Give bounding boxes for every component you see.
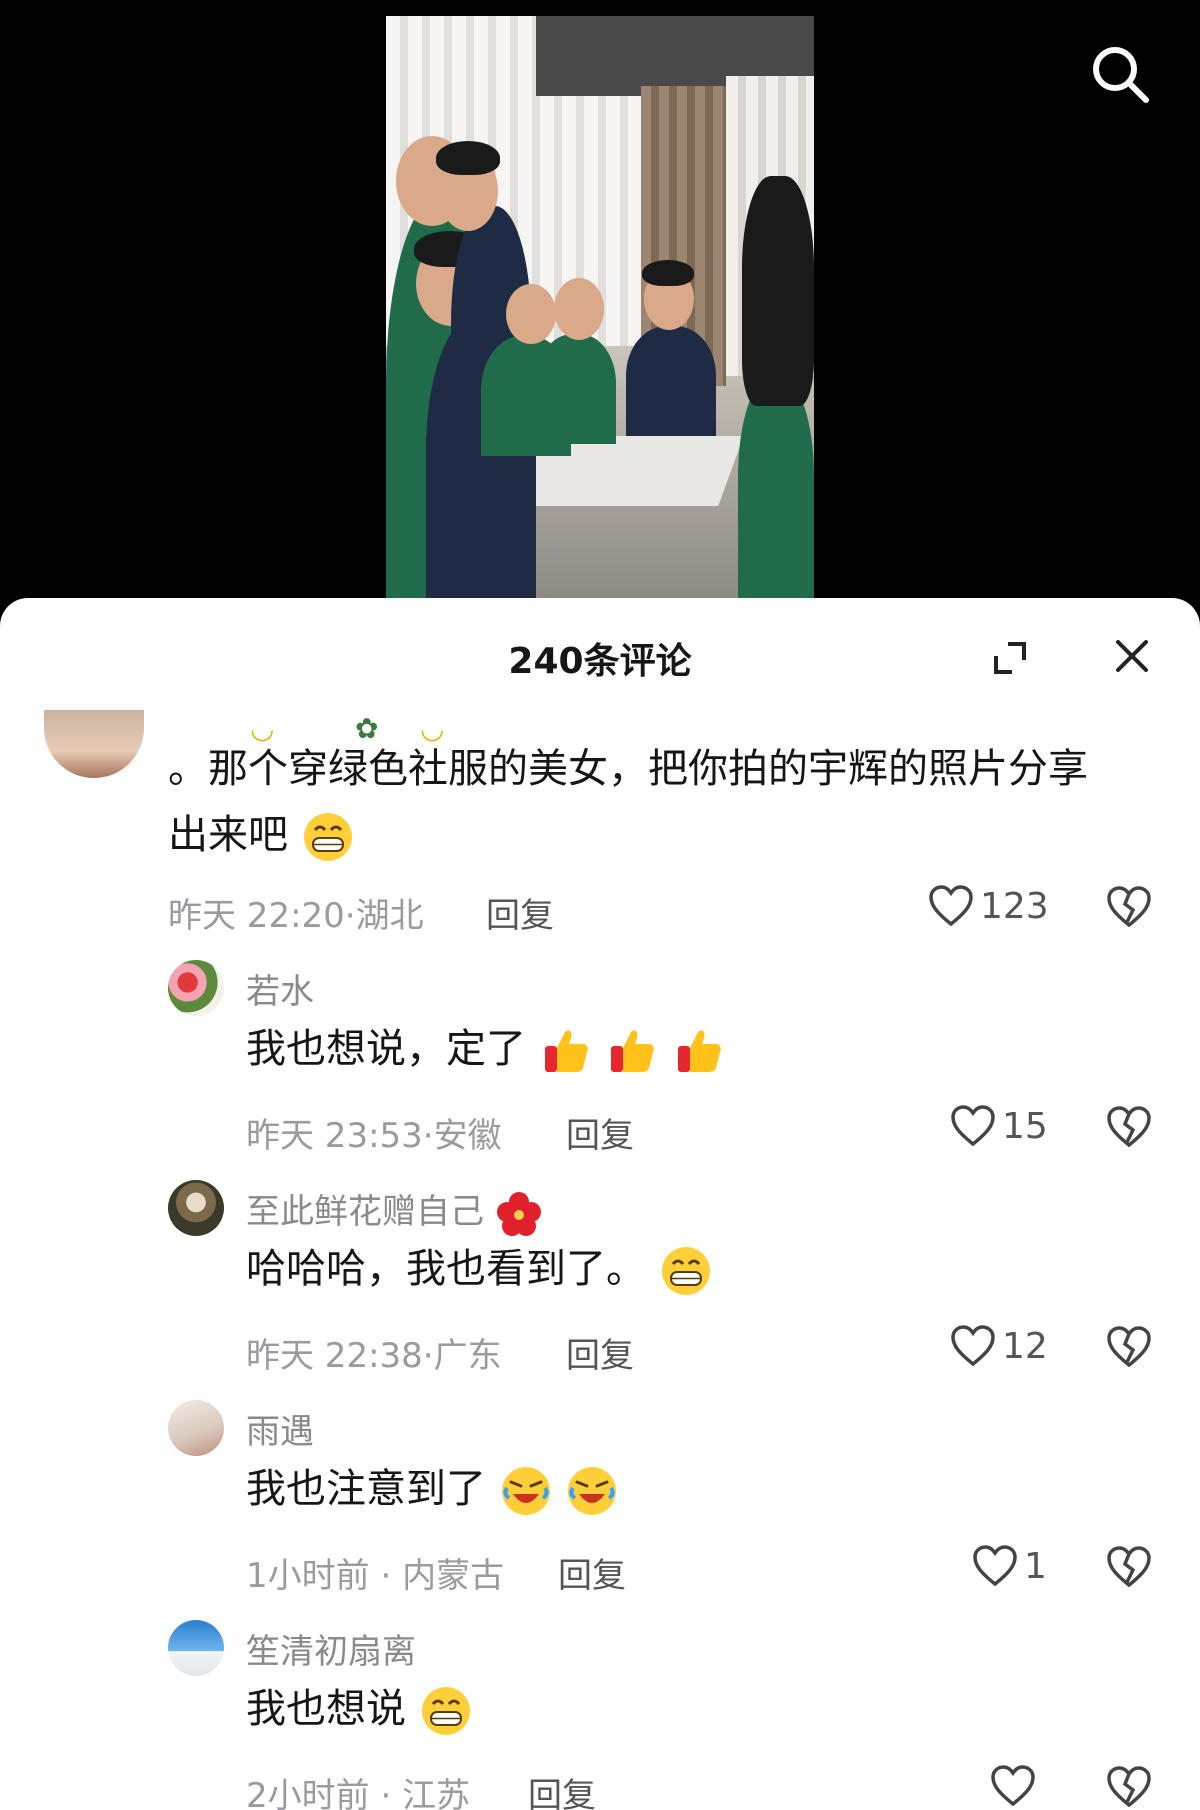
person-hair (742, 176, 814, 406)
rofl-emoji-icon (568, 1467, 617, 1515)
username-text: 至此鲜花赠自己 (246, 1192, 484, 1232)
heart-icon (951, 1325, 995, 1367)
comment-location: 内蒙古 (402, 1556, 505, 1596)
comment-location: 安徽 (433, 1116, 502, 1156)
username[interactable]: 笙清初扇离 (246, 1624, 416, 1673)
search-icon[interactable] (1088, 42, 1152, 106)
username[interactable]: 至此鲜花赠自己 (246, 1184, 543, 1238)
comment-text: 我也想说，定了 (246, 1026, 526, 1072)
reply-text-line: 我也注意到了 (246, 1456, 619, 1522)
avatar[interactable] (44, 710, 144, 778)
reply-text-line: 我也想说，定了 (246, 1016, 726, 1082)
broken-heart-icon[interactable] (1106, 1324, 1152, 1370)
broken-heart-icon[interactable] (1106, 1764, 1152, 1810)
like-button[interactable]: 1 (972, 1542, 1047, 1590)
comment-text: 出来吧 (168, 812, 288, 858)
comment-location: 湖北 (355, 896, 424, 936)
comment-meta: 昨天 22:38·广东 (246, 1336, 502, 1376)
comment-time: 昨天 23:53 (246, 1116, 423, 1156)
close-icon[interactable] (1112, 636, 1152, 676)
like-button[interactable]: 123 (928, 882, 1049, 930)
comment-location: 江苏 (402, 1776, 471, 1810)
like-button[interactable]: 12 (950, 1322, 1048, 1370)
comment-text: 我也想说 (246, 1686, 406, 1732)
broken-heart-icon[interactable] (1106, 884, 1152, 930)
grin-emoji-icon (421, 1687, 470, 1735)
comment-text: 我也注意到了 (246, 1466, 486, 1512)
avatar[interactable] (168, 1180, 224, 1236)
avatar[interactable] (168, 960, 224, 1016)
thumbs-up-emoji-icon (678, 1030, 721, 1072)
video-frame (386, 16, 814, 600)
like-count: 15 (1002, 1105, 1048, 1147)
grin-emoji-icon (303, 813, 352, 861)
comment-sheet-header: 240条评论 (0, 598, 1200, 698)
thumbs-up-emoji-icon (611, 1030, 655, 1072)
person-hair (642, 260, 694, 286)
comment-location: 广东 (433, 1336, 502, 1376)
like-count: 1 (1024, 1545, 1047, 1587)
reply-button[interactable]: 回复 (558, 1548, 626, 1597)
comment-time: 昨天 22:20 (168, 896, 345, 936)
broken-heart-icon[interactable] (1106, 1544, 1152, 1590)
person-head (506, 284, 556, 344)
comment-text: 哈哈哈，我也看到了。 (246, 1246, 646, 1292)
like-count: 12 (1002, 1325, 1048, 1367)
comment-sheet: 240条评论 ◡ ✿ ◡ 。那个穿绿色社服的美女，把你拍的宇辉的照片分享 出来吧 (0, 598, 1200, 1810)
hibiscus-emoji-icon (496, 1191, 541, 1236)
comment-meta: 昨天 23:53·安徽 (246, 1116, 502, 1156)
comment-time: 昨天 22:38 (246, 1336, 423, 1376)
grin-emoji-icon (661, 1247, 710, 1295)
thumbs-up-emoji-icon (544, 1030, 588, 1072)
expand-icon[interactable] (992, 640, 1028, 676)
reply-text-line: 哈哈哈，我也看到了。 (246, 1236, 713, 1302)
reply-text-line: 我也想说 (246, 1676, 473, 1742)
video-player[interactable] (0, 0, 1200, 600)
heart-icon (973, 1545, 1017, 1587)
person-right (738, 376, 814, 600)
rofl-emoji-icon (501, 1467, 550, 1515)
avatar[interactable] (168, 1620, 224, 1676)
person-head (554, 278, 604, 340)
person-seated (626, 326, 716, 436)
broken-heart-icon[interactable] (1106, 1104, 1152, 1150)
person-hair (436, 141, 500, 175)
comment-meta: 昨天 22:20·湖北 (168, 896, 424, 936)
heart-icon (929, 885, 973, 927)
reply-button[interactable]: 回复 (486, 888, 554, 937)
username[interactable]: 雨遇 (246, 1404, 314, 1453)
avatar[interactable] (168, 1400, 224, 1456)
comment-meta: 1小时前 · 内蒙古 (246, 1556, 505, 1596)
comment-text-line2: 出来吧 (168, 802, 355, 868)
reply-button[interactable]: 回复 (566, 1328, 634, 1377)
heart-icon (951, 1105, 995, 1147)
comment-time: 2小时前 (246, 1776, 370, 1810)
person-seated (536, 334, 616, 444)
reply-button[interactable]: 回复 (528, 1768, 596, 1810)
like-count: 123 (980, 885, 1049, 927)
username[interactable]: 若水 (246, 964, 314, 1013)
comment-time: 1小时前 (246, 1556, 370, 1596)
comment-meta: 2小时前 · 江苏 (246, 1768, 470, 1810)
reply-button[interactable]: 回复 (566, 1108, 634, 1157)
heart-icon[interactable] (990, 1764, 1036, 1808)
comment-text: 。那个穿绿色社服的美女，把你拍的宇辉的照片分享 (168, 746, 1088, 792)
like-button[interactable]: 15 (950, 1102, 1048, 1150)
